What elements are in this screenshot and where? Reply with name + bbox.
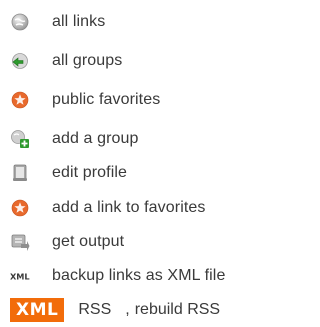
rebuild-rss-link[interactable]: rebuild RSS (135, 301, 220, 319)
menu-item-label: all links (52, 13, 106, 30)
add-group-icon (10, 129, 30, 149)
menu-item-label: edit profile (52, 164, 128, 181)
menu-item-label: add a group (52, 130, 139, 147)
feed-separator: , (125, 301, 130, 318)
menu-item-label: backup links as XML file (52, 267, 226, 284)
menu-item-get-output[interactable]: get output (10, 227, 124, 257)
star-icon (10, 198, 30, 218)
menu-item-public-favorites[interactable]: public favorites (10, 85, 160, 115)
profile-icon (10, 163, 30, 183)
rss-link[interactable]: RSS (78, 301, 111, 319)
menu-item-all-groups[interactable]: all groups (10, 46, 122, 76)
svg-text:XML: XML (10, 272, 30, 282)
feed-row: XML RSS , rebuild RSS (10, 296, 220, 324)
world-icon (10, 12, 30, 32)
output-icon (10, 232, 30, 252)
menu-item-backup-links-xml[interactable]: XML backup links as XML file (10, 261, 225, 291)
menu-item-label: get output (52, 233, 125, 250)
menu-item-label: add a link to favorites (52, 199, 206, 216)
menu-item-all-links[interactable]: all links (10, 7, 105, 37)
star-icon (10, 90, 30, 110)
menu-item-label: all groups (52, 52, 123, 69)
groups-icon (10, 51, 30, 71)
menu-item-edit-profile[interactable]: edit profile (10, 158, 127, 188)
xml-badge-button[interactable]: XML (10, 298, 65, 322)
menu-item-add-a-group[interactable]: add a group (10, 124, 139, 154)
xml-file-icon: XML (10, 266, 30, 286)
menu-item-label: public favorites (52, 91, 161, 108)
menu-item-add-link-to-favorites[interactable]: add a link to favorites (10, 193, 206, 223)
